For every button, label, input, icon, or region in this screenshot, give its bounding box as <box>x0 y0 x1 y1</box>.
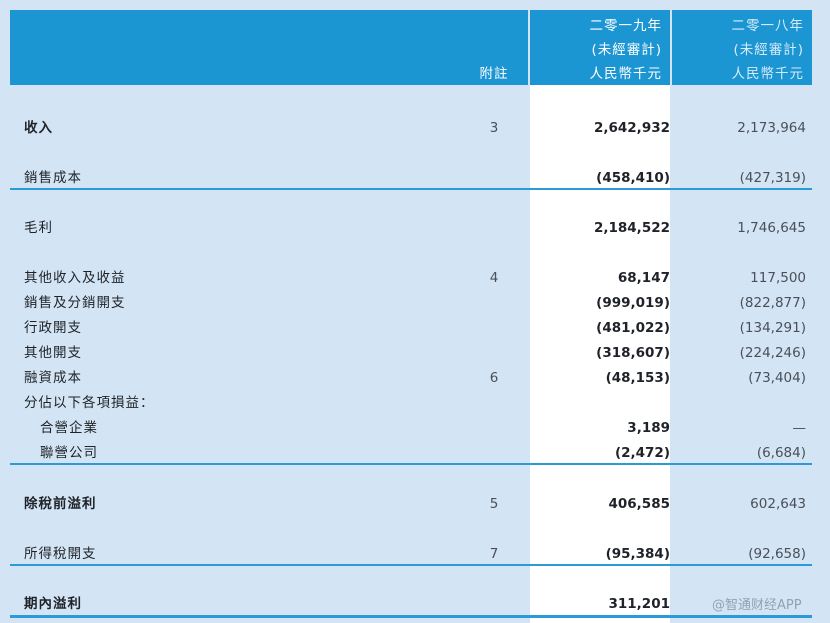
table-row-associates: 聯營公司 (2,472) (6,684) <box>10 442 812 464</box>
row-label: 合營企業 <box>40 420 98 436</box>
row-value-2018: 602,643 <box>750 496 806 512</box>
row-label: 所得稅開支 <box>24 546 97 562</box>
row-note: 7 <box>489 546 499 562</box>
table-row-admin-expenses: 行政開支 (481,022) (134,291) <box>10 317 812 339</box>
row-value-2018: 2,173,964 <box>737 120 806 136</box>
row-label: 期內溢利 <box>24 596 82 612</box>
row-value-2018: (427,319) <box>739 170 806 186</box>
unit-2019-label: 人民幣千元 <box>589 66 662 82</box>
table-row-other-expenses: 其他開支 (318,607) (224,246) <box>10 342 812 364</box>
row-value-2019: (481,022) <box>596 320 670 336</box>
row-value-2019: (48,153) <box>605 370 670 386</box>
row-value-2019: (2,472) <box>614 445 670 461</box>
header-note-column: 附註 <box>460 10 528 85</box>
row-label: 分佔以下各項損益： <box>24 395 155 411</box>
row-value-2018: 1,746,645 <box>737 220 806 236</box>
table-row-joint-ventures: 合營企業 3,189 — <box>10 417 812 439</box>
row-value-2018: (92,658) <box>748 546 806 562</box>
watermark-text: @智通财经APP <box>712 598 802 613</box>
table-row-profit-before-tax: 除稅前溢利 5 406,585 602,643 <box>10 493 812 515</box>
row-value-2018: (73,404) <box>748 370 806 386</box>
row-value-2019: 68,147 <box>617 270 670 286</box>
row-label: 除稅前溢利 <box>24 496 97 512</box>
year-2018-label: 二零一八年 <box>731 18 804 34</box>
header-2018-column: 二零一八年 (未經審計) 人民幣千元 <box>672 10 812 85</box>
row-value-2019: 2,184,522 <box>593 220 670 236</box>
row-label: 毛利 <box>24 220 53 236</box>
row-value-2018: (6,684) <box>756 445 806 461</box>
row-value-2019: 2,642,932 <box>593 120 670 136</box>
table-row-income-tax: 所得稅開支 7 (95,384) (92,658) <box>10 543 812 565</box>
row-value-2019: (999,019) <box>596 295 670 311</box>
row-label: 融資成本 <box>24 370 82 386</box>
row-label: 聯營公司 <box>40 445 98 461</box>
row-value-2019: (318,607) <box>596 345 670 361</box>
row-label: 銷售成本 <box>24 170 82 186</box>
note-column-label: 附註 <box>479 66 509 82</box>
row-note: 3 <box>489 120 499 136</box>
row-value-2018: (822,877) <box>739 295 806 311</box>
row-value-2018: (224,246) <box>739 345 806 361</box>
table-row-revenue: 收入 3 2,642,932 2,173,964 <box>10 117 812 139</box>
divider-line <box>10 463 812 465</box>
row-label: 其他開支 <box>24 345 82 361</box>
table-row-selling-expenses: 銷售及分銷開支 (999,019) (822,877) <box>10 292 812 314</box>
row-note: 5 <box>489 496 499 512</box>
year-2019-label: 二零一九年 <box>589 18 662 34</box>
income-statement-page: 附註 二零一九年 (未經審計) 人民幣千元 二零一八年 (未經審計) 人民幣千元… <box>0 0 830 623</box>
row-value-2019: (95,384) <box>605 546 670 562</box>
row-label: 收入 <box>24 120 53 136</box>
row-value-2019: (458,410) <box>596 170 670 186</box>
table-row-cost-of-sales: 銷售成本 (458,410) (427,319) <box>10 167 812 189</box>
row-value-2019: 406,585 <box>608 496 671 512</box>
divider-line <box>10 615 812 618</box>
row-value-2019: 3,189 <box>627 420 670 436</box>
row-note: 6 <box>489 370 499 386</box>
table-row-profit-for-period: 期內溢利 311,201 <box>10 593 812 615</box>
table-row-gross-profit: 毛利 2,184,522 1,746,645 <box>10 217 812 239</box>
table-row-other-income: 其他收入及收益 4 68,147 117,500 <box>10 267 812 289</box>
row-value-2018: (134,291) <box>739 320 806 336</box>
row-label: 銷售及分銷開支 <box>24 295 126 311</box>
audit-2018-label: (未經審計) <box>733 42 804 58</box>
row-value-2018: 117,500 <box>750 270 806 286</box>
table-row-share-of-profits: 分佔以下各項損益： <box>10 392 812 414</box>
table-row-finance-costs: 融資成本 6 (48,153) (73,404) <box>10 367 812 389</box>
row-label: 其他收入及收益 <box>24 270 126 286</box>
row-value-2018: — <box>792 420 807 436</box>
divider-line <box>10 564 812 566</box>
unit-2018-label: 人民幣千元 <box>731 66 804 82</box>
row-value-2019: 311,201 <box>608 596 671 612</box>
audit-2019-label: (未經審計) <box>591 42 662 58</box>
divider-line <box>10 188 812 190</box>
header-2019-column: 二零一九年 (未經審計) 人民幣千元 <box>530 10 670 85</box>
row-label: 行政開支 <box>24 320 82 336</box>
row-note: 4 <box>489 270 499 286</box>
